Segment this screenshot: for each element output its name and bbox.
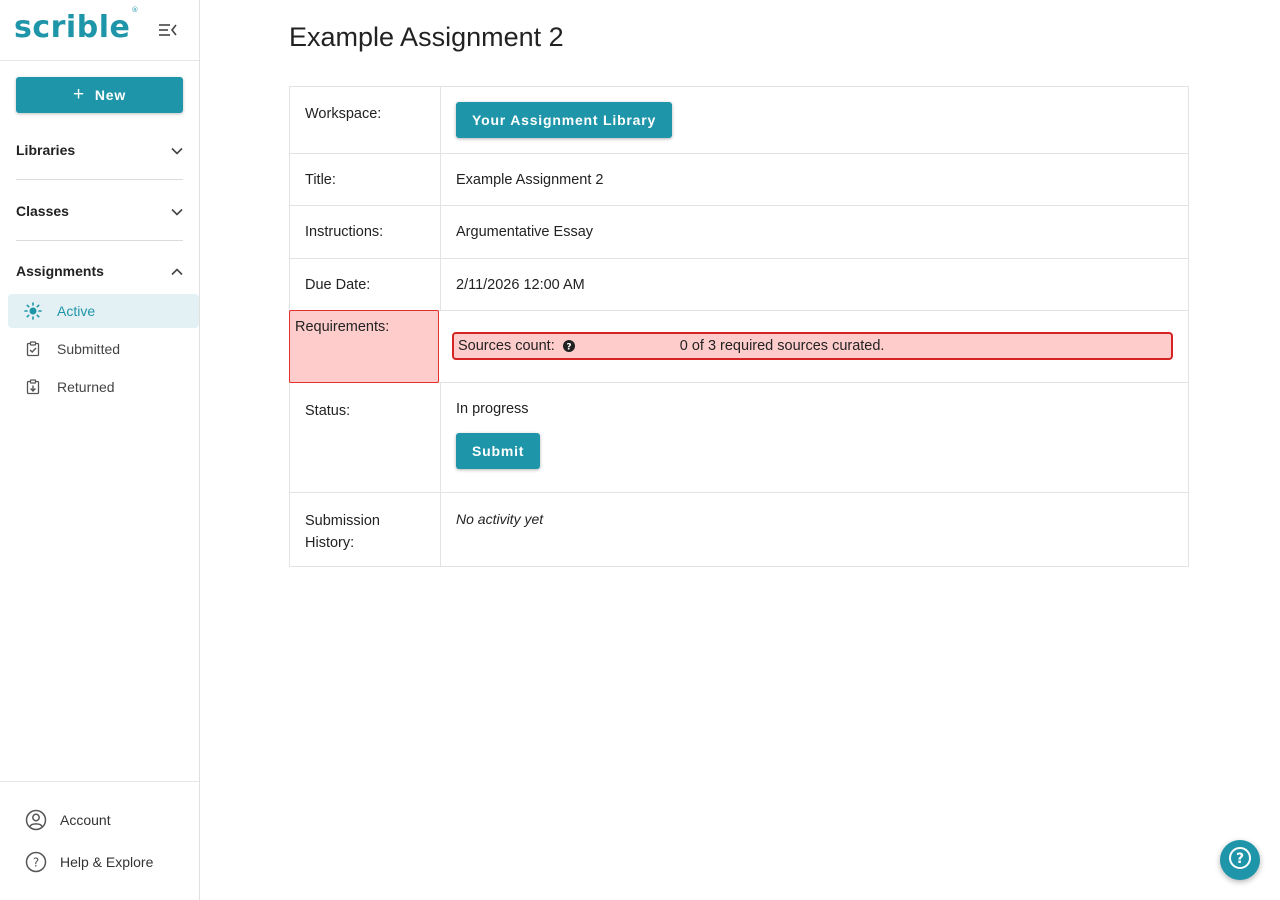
clipboard-return-icon <box>24 378 42 396</box>
title-value: Example Assignment 2 <box>456 172 604 188</box>
svg-text:?: ? <box>33 856 39 870</box>
help-circle-icon: ? <box>24 850 48 874</box>
account-label: Account <box>60 812 111 828</box>
logo-text: scrible <box>14 10 131 45</box>
section-libraries-label: Libraries <box>16 142 76 158</box>
sources-count-label: Sources count: <box>458 338 555 354</box>
help-question-icon: ? <box>1228 846 1252 875</box>
help-explore-label: Help & Explore <box>60 854 154 870</box>
collapse-sidebar-icon[interactable] <box>158 22 182 42</box>
sidebar-item-label: Returned <box>57 379 115 395</box>
chevron-down-icon <box>171 142 183 158</box>
account-icon <box>24 808 48 832</box>
assignment-details-table: Workspace: Your Assignment Library Title… <box>289 86 1189 567</box>
submission-history-value-cell: No activity yet <box>441 493 1188 566</box>
section-classes[interactable]: Classes <box>16 199 183 223</box>
sources-count-box: Sources count: ? 0 of 3 required sources… <box>452 332 1173 360</box>
due-date-label: Due Date: <box>290 259 441 310</box>
section-libraries[interactable]: Libraries <box>16 138 183 162</box>
table-row: Title: Example Assignment 2 <box>290 154 1188 206</box>
table-row: Submission History: No activity yet <box>290 493 1188 566</box>
sidebar-bottom-divider <box>0 781 199 782</box>
table-row: Workspace: Your Assignment Library <box>290 87 1188 154</box>
chevron-down-icon <box>171 203 183 219</box>
brand-row: scrible® <box>0 0 199 61</box>
sidebar-item-submitted[interactable]: Submitted <box>8 332 199 366</box>
help-fab-button[interactable]: ? <box>1220 840 1260 880</box>
help-explore-link[interactable]: ? Help & Explore <box>24 849 194 875</box>
question-circle-icon[interactable]: ? <box>562 340 575 352</box>
table-row: Due Date: 2/11/2026 12:00 AM <box>290 259 1188 311</box>
sidebar-item-active[interactable]: Active <box>8 294 199 328</box>
svg-text:?: ? <box>1236 851 1244 867</box>
sidebar-item-label: Active <box>57 303 96 319</box>
sidebar: scrible® + New Libraries Classes Assignm… <box>0 0 200 900</box>
status-value-cell: In progress Submit <box>441 383 1188 492</box>
svg-text:?: ? <box>566 342 571 352</box>
sidebar-item-returned[interactable]: Returned <box>8 370 199 404</box>
section-assignments[interactable]: Assignments <box>16 259 183 283</box>
title-label: Title: <box>290 154 441 205</box>
section-divider <box>16 240 183 241</box>
section-classes-label: Classes <box>16 203 69 219</box>
assignment-library-button[interactable]: Your Assignment Library <box>456 102 673 138</box>
status-value: In progress <box>456 401 529 417</box>
table-row: Instructions: Argumentative Essay <box>290 206 1188 259</box>
logo-registered-mark: ® <box>131 6 139 14</box>
instructions-label: Instructions: <box>290 206 441 258</box>
sun-icon <box>24 302 42 320</box>
section-divider <box>16 179 183 180</box>
page-title: Example Assignment 2 <box>289 22 564 52</box>
scrible-logo[interactable]: scrible® <box>14 6 138 45</box>
table-row: Status: In progress Submit <box>290 383 1188 493</box>
submit-button[interactable]: Submit <box>456 433 541 469</box>
status-label: Status: <box>290 383 441 492</box>
requirements-value: Sources count: ? 0 of 3 required sources… <box>439 311 1188 382</box>
requirements-label: Requirements: <box>289 310 439 383</box>
submission-history-label: Submission History: <box>290 493 441 566</box>
submission-history-value: No activity yet <box>456 511 544 527</box>
new-button-label: New <box>94 87 127 103</box>
new-button[interactable]: + New <box>16 77 183 113</box>
account-link[interactable]: Account <box>24 807 194 833</box>
due-date-value: 2/11/2026 12:00 AM <box>456 277 585 293</box>
workspace-value: Your Assignment Library <box>441 87 1188 153</box>
plus-icon: + <box>72 83 85 105</box>
table-row: Requirements: Sources count: ? 0 of 3 re… <box>289 310 1188 383</box>
chevron-up-icon <box>171 263 183 279</box>
section-assignments-label: Assignments <box>16 263 104 279</box>
sources-count-value: 0 of 3 required sources curated. <box>679 338 885 354</box>
sidebar-item-label: Submitted <box>57 341 121 357</box>
instructions-value: Argumentative Essay <box>456 224 594 240</box>
clipboard-check-icon <box>24 340 42 358</box>
app-root: scrible® + New Libraries Classes Assignm… <box>0 0 1280 900</box>
workspace-label: Workspace: <box>290 87 441 153</box>
